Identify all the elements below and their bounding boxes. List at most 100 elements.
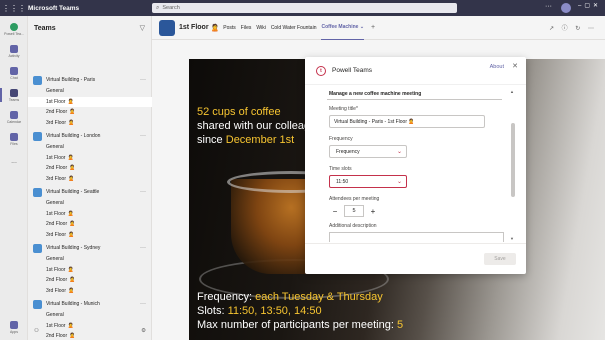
team-header[interactable]: Virtual Building - Sydney ··· <box>28 242 152 254</box>
teams-icon <box>10 88 18 97</box>
more-options-icon[interactable]: ··· <box>140 301 146 307</box>
rail-item-powell[interactable]: Powell Tea... <box>0 18 28 40</box>
search-icon: ⌕ <box>156 4 160 11</box>
settings-icon[interactable]: ⚙ <box>141 328 146 334</box>
channel-label: 2nd Floor <box>46 109 68 116</box>
teams-panel: Teams ▽ Virtual Building - Paris ··· Gener… <box>28 16 152 340</box>
channel-item[interactable]: 2nd Floor 🙎 <box>28 219 152 230</box>
channel-label: 1st Floor <box>46 266 66 273</box>
channel-emoji: 🙎 <box>68 287 75 294</box>
cups-count: 52 cups of coffee <box>197 106 281 118</box>
more-icon: ... <box>11 157 17 165</box>
header-actions[interactable]: ↗ ⓘ ↻ ⋯ <box>549 23 597 32</box>
channel-item[interactable]: General <box>28 254 152 265</box>
channel-label: 1st Floor <box>46 210 66 217</box>
channel-item[interactable]: 1st Floor 🙎 <box>28 209 152 220</box>
calendar-icon <box>10 110 18 119</box>
channel-item[interactable]: 3rd Floor 🙎 <box>28 286 152 297</box>
more-options-icon[interactable]: ··· <box>140 245 146 251</box>
frequency-select[interactable]: Frequency ⌄ <box>329 145 407 158</box>
tab-coffee-machine[interactable]: Coffee Machine ⌄ <box>321 16 365 40</box>
more-options-icon[interactable]: ··· <box>140 77 146 83</box>
add-tab-icon[interactable]: + <box>371 24 375 31</box>
close-icon[interactable]: ✕ <box>512 62 518 70</box>
attendees-value[interactable]: 5 <box>344 205 364 217</box>
rail-item-chat[interactable]: Chat <box>0 62 28 84</box>
team-avatar <box>33 187 42 197</box>
channel-item[interactable]: 1st Floor 🙎 <box>28 96 152 107</box>
rail-item-apps[interactable]: Apps <box>0 316 28 338</box>
filter-icon[interactable]: ▽ <box>140 24 145 32</box>
channel-item[interactable]: General <box>28 198 152 209</box>
frequency-value: Frequency <box>336 148 360 155</box>
rail-label: Activity <box>8 53 20 58</box>
rail-item-activity[interactable]: Activity <box>0 40 28 62</box>
more-options-icon[interactable]: ··· <box>545 3 552 10</box>
channel-header: 1st Floor 🙎 Posts Files Wiki Cold Water … <box>152 16 605 40</box>
rail-label: Apps <box>10 329 18 334</box>
team-item: Virtual Building - London ··· General 1st F… <box>28 130 152 184</box>
channel-item[interactable]: 2nd Floor 🙎 <box>28 163 152 174</box>
meeting-title-label: Meeting title* <box>329 106 358 112</box>
decrement-button[interactable]: − <box>329 205 341 217</box>
join-team-icon[interactable]: ⚇ <box>34 328 39 334</box>
save-button[interactable]: Save <box>484 253 516 265</box>
channel-item[interactable]: 2nd Floor 🙎 <box>28 107 152 118</box>
channel-name: 1st Floor <box>179 24 209 31</box>
tab-cold-water-fountain[interactable]: Cold Water Fountain <box>271 16 317 40</box>
search-input[interactable]: ⌕ Search <box>152 3 457 13</box>
channel-emoji: 🙎 <box>69 277 76 284</box>
tab-wiki[interactable]: Wiki <box>256 16 265 40</box>
dialog-form: Manage a new coffee machine meeting Meet… <box>327 87 512 243</box>
rail-item-more[interactable]: ... <box>0 150 28 172</box>
increment-button[interactable]: + <box>367 205 379 217</box>
team-avatar <box>33 299 42 309</box>
team-header[interactable]: Virtual Building - Munich ··· <box>28 298 152 310</box>
channel-label: General <box>46 88 64 95</box>
channel-emoji: 🙎 <box>68 175 75 182</box>
rail-label: Calendar <box>6 119 22 124</box>
channel-item[interactable]: General <box>28 310 152 321</box>
search-placeholder: Search <box>162 5 180 11</box>
channel-label: 1st Floor <box>46 98 66 105</box>
channel-item[interactable]: 1st Floor 🙎 <box>28 153 152 164</box>
tab-posts[interactable]: Posts <box>223 16 236 40</box>
channel-item[interactable]: General <box>28 142 152 153</box>
more-options-icon[interactable]: ··· <box>140 133 146 139</box>
team-header[interactable]: Virtual Building - Paris ··· <box>28 74 152 86</box>
rail-item-files[interactable]: Files <box>0 128 28 150</box>
team-header[interactable]: Virtual Building - London ··· <box>28 130 152 142</box>
channel-item[interactable]: 2nd Floor 🙎 <box>28 275 152 286</box>
channel-item[interactable]: 1st Floor 🙎 <box>28 265 152 276</box>
dialog-title: Powell Teams <box>332 67 372 74</box>
rail-item-calendar[interactable]: Calendar <box>0 106 28 128</box>
description-textarea[interactable] <box>329 232 504 242</box>
max-participants-text: Max number of participants per meeting: … <box>197 319 404 331</box>
channel-label: 2nd Floor <box>46 165 68 172</box>
team-name: Virtual Building - Munich <box>46 301 100 307</box>
team-name: Virtual Building - Seattle <box>46 189 100 195</box>
meeting-title-input[interactable]: Virtual Building - Paris - 1st Floor 🙎 <box>329 115 485 128</box>
channel-emoji: 🙎 <box>68 119 75 126</box>
channel-emoji: 🙎 <box>67 266 74 273</box>
channel-emoji: 🙎 <box>67 98 74 105</box>
channel-item[interactable]: 3rd Floor 🙎 <box>28 118 152 129</box>
rail-item-teams[interactable]: Teams <box>0 84 28 106</box>
app-launcher-icon[interactable]: ⋮⋮⋮ <box>0 0 28 16</box>
about-link[interactable]: About <box>490 64 504 70</box>
channel-label: General <box>46 312 64 319</box>
more-options-icon[interactable]: ··· <box>140 189 146 195</box>
team-name: Virtual Building - Paris <box>46 77 96 83</box>
time-slots-select[interactable]: 11:50 ⌄ <box>329 175 407 188</box>
channel-item[interactable]: 3rd Floor 🙎 <box>28 230 152 241</box>
avatar[interactable] <box>561 3 571 13</box>
channel-label: 3rd Floor <box>46 175 67 182</box>
channel-item[interactable]: 3rd Floor 🙎 <box>28 174 152 185</box>
tab-files[interactable]: Files <box>241 16 252 40</box>
team-header[interactable]: Virtual Building - Seattle ··· <box>28 186 152 198</box>
tab-label: Coffee Machine <box>321 24 359 30</box>
attendees-label: Attendees per meeting <box>329 196 380 202</box>
window-controls[interactable]: –▢✕ <box>578 2 601 9</box>
channel-item[interactable]: General <box>28 86 152 97</box>
team-item: Virtual Building - Paris ··· General 1st Fl… <box>28 74 152 128</box>
